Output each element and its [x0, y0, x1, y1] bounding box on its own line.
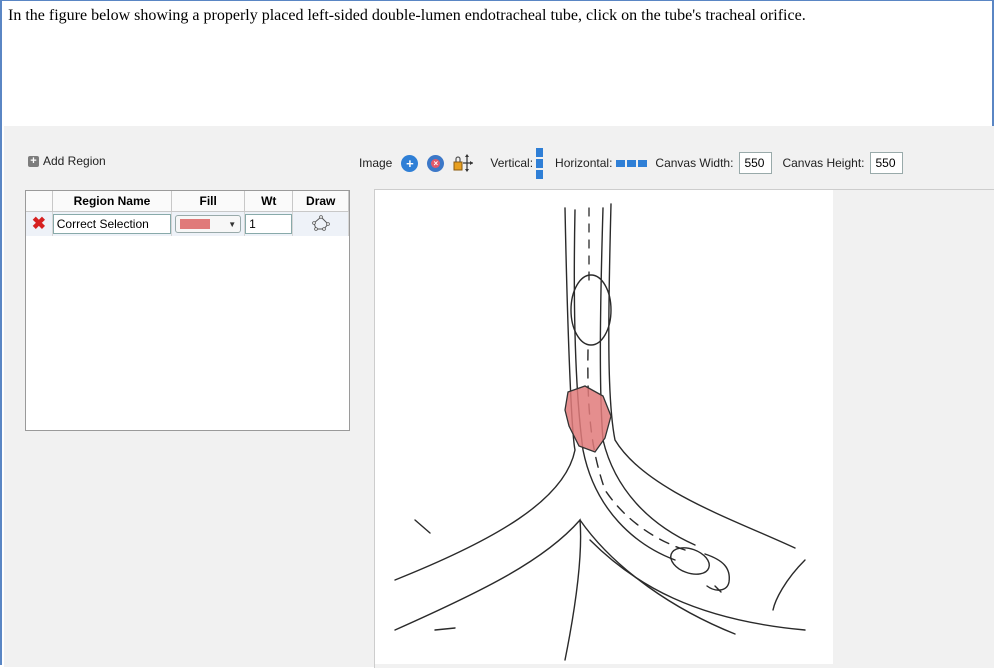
polygon-draw-icon[interactable] — [311, 214, 330, 231]
plus-icon: + — [28, 155, 39, 167]
weight-cell — [244, 211, 294, 236]
region-name-cell — [52, 211, 173, 236]
horizontal-align-icon[interactable] — [616, 159, 648, 167]
chevron-down-icon: ▼ — [228, 219, 237, 229]
header-region-name: Region Name — [52, 191, 173, 212]
header-wt: Wt — [244, 191, 294, 212]
canvas-height-input[interactable] — [870, 152, 904, 174]
image-canvas[interactable] — [374, 189, 994, 668]
table-row: ✖ ▼ — [26, 211, 349, 236]
trachea-figure[interactable] — [375, 190, 833, 664]
hotspot-editor: + Add Region Image + × Vertical: Horizon… — [4, 126, 994, 668]
weight-input[interactable] — [245, 214, 293, 234]
remove-image-icon[interactable]: × — [427, 154, 445, 172]
draw-cell — [292, 211, 349, 236]
canvas-height-label: Canvas Height: — [782, 156, 865, 170]
delete-region-icon[interactable]: ✖ — [26, 211, 53, 236]
add-region-button[interactable]: + Add Region — [28, 154, 106, 168]
region-table: Region Name Fill Wt Draw ✖ Correct Selec… — [26, 191, 349, 236]
canvas-width-input[interactable] — [739, 152, 773, 174]
header-blank — [26, 191, 53, 212]
add-region-label: Add Region — [43, 154, 106, 168]
header-fill: Fill — [171, 191, 246, 212]
region-name-input[interactable] — [52, 214, 172, 234]
question-text: In the figure below showing a properly p… — [8, 7, 806, 24]
canvas-width-label: Canvas Width: — [655, 156, 734, 170]
image-label: Image — [359, 156, 393, 170]
fill-cell: ▼ — [171, 211, 246, 236]
fill-swatch — [180, 219, 211, 229]
fill-color-select[interactable]: ▼ — [175, 215, 242, 233]
resize-image-icon[interactable] — [452, 153, 474, 173]
vertical-align-icon[interactable] — [536, 147, 544, 179]
vertical-label: Vertical: — [490, 156, 534, 170]
region-table-header: Region Name Fill Wt Draw — [26, 191, 349, 212]
header-draw: Draw — [292, 191, 349, 212]
question-container: In the figure below showing a properly p… — [0, 0, 994, 668]
add-image-icon[interactable]: + — [401, 154, 419, 172]
image-toolbar: Image + × Vertical: Horizontal: Canvas W… — [359, 147, 904, 179]
horizontal-label: Horizontal: — [555, 156, 613, 170]
region-table-panel: Region Name Fill Wt Draw ✖ Correct Selec… — [25, 190, 350, 431]
